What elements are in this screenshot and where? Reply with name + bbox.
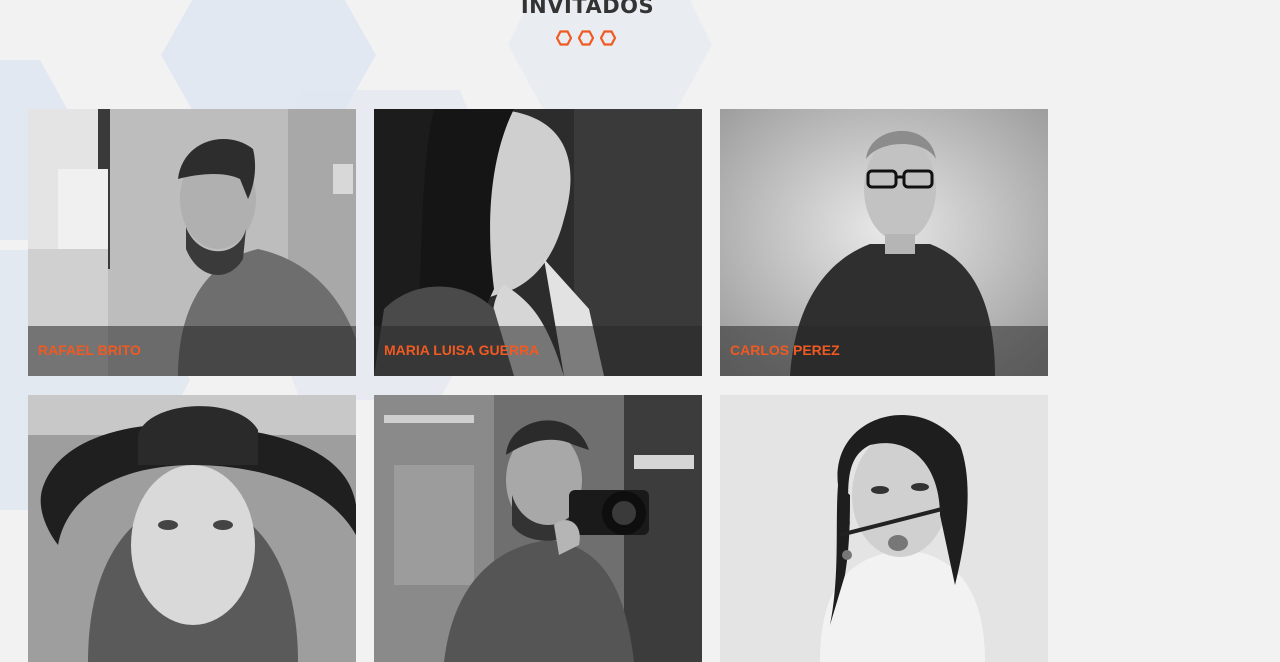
guest-card[interactable]: RAFAEL BRITO <box>28 109 356 376</box>
guest-name[interactable]: CARLOS PEREZ <box>730 342 840 358</box>
guest-photo <box>28 395 356 662</box>
hexagon-icon <box>578 30 594 46</box>
name-bar: MARIA LUISA GUERRA <box>374 326 702 376</box>
guest-grid: RAFAEL BRITO MARIA LUISA GUERRA CARLOS P… <box>28 109 1048 662</box>
hexagon-icon <box>600 30 616 46</box>
guest-photo <box>720 395 1048 662</box>
guest-name[interactable]: RAFAEL BRITO <box>38 342 141 358</box>
name-bar: CARLOS PEREZ <box>720 326 1048 376</box>
guest-card[interactable] <box>28 395 356 662</box>
guest-name[interactable]: MARIA LUISA GUERRA <box>384 342 539 358</box>
section-title: INVITADOS <box>520 0 655 18</box>
guest-card[interactable]: MARIA LUISA GUERRA <box>374 109 702 376</box>
guest-card[interactable] <box>720 395 1048 662</box>
hexagon-divider <box>556 30 616 46</box>
guest-card[interactable] <box>374 395 702 662</box>
hexagon-icon <box>556 30 572 46</box>
guest-photo <box>374 395 702 662</box>
name-bar: RAFAEL BRITO <box>28 326 356 376</box>
guest-card[interactable]: CARLOS PEREZ <box>720 109 1048 376</box>
